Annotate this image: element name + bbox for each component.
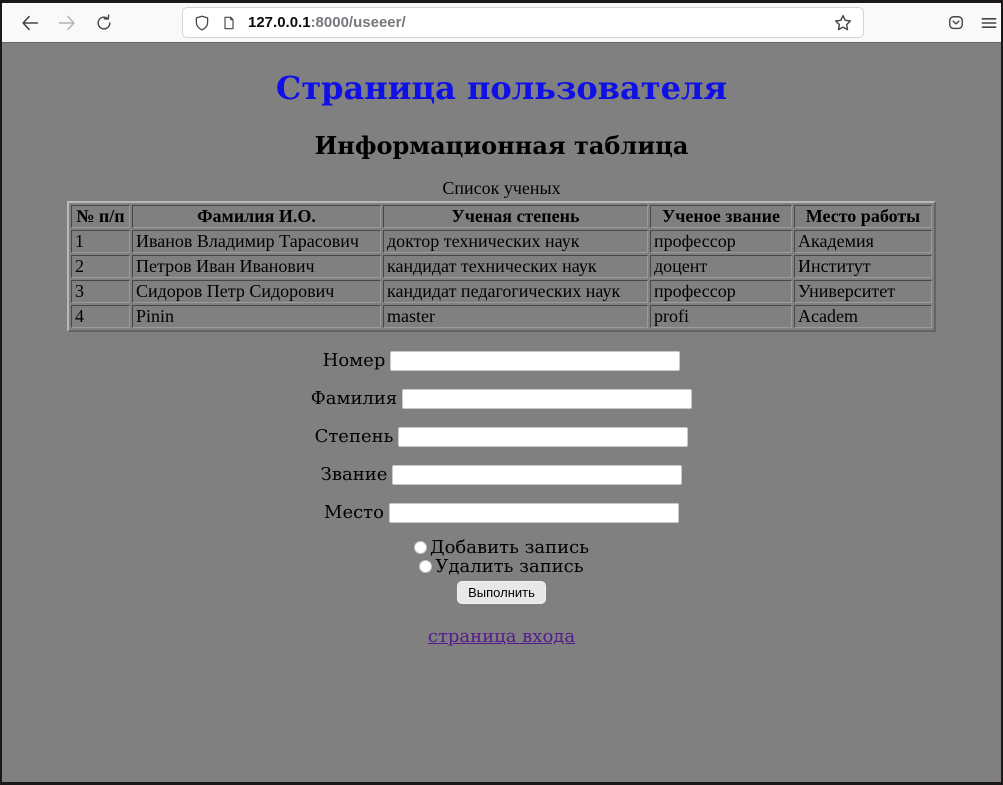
url-path: :8000/useeer/ xyxy=(311,14,406,31)
login-page-link[interactable]: страница входа xyxy=(428,626,575,647)
page-subtitle: Информационная таблица xyxy=(2,131,1001,160)
table-cell: 4 xyxy=(71,305,130,328)
page-title: Страница пользователя xyxy=(2,69,1001,107)
table-row: 4PininmasterprofiAcadem xyxy=(71,305,932,328)
back-button[interactable] xyxy=(18,11,42,35)
pocket-icon[interactable] xyxy=(944,11,968,35)
browser-window: 127.0.0.1:8000/useeer/ Страница пользова… xyxy=(0,0,1003,785)
table-cell: Academ xyxy=(794,305,932,328)
column-header: № п/п xyxy=(71,205,130,228)
table-cell: профессор xyxy=(650,230,792,253)
rank-label: Звание xyxy=(321,464,388,485)
table-cell: 2 xyxy=(71,255,130,278)
column-header: Ученое звание xyxy=(650,205,792,228)
table-cell: доктор технических наук xyxy=(383,230,648,253)
scientists-table: № п/пФамилия И.О.Ученая степеньУченое зв… xyxy=(67,201,936,332)
add-record-radio[interactable] xyxy=(414,541,427,554)
surname-field[interactable] xyxy=(402,389,692,409)
form-row: Степень xyxy=(2,424,1001,449)
table-cell: 1 xyxy=(71,230,130,253)
place-field[interactable] xyxy=(389,503,679,523)
radio-group: Добавить записьУдалить запись xyxy=(2,538,1001,576)
degree-label: Степень xyxy=(315,426,394,447)
reload-button[interactable] xyxy=(92,11,116,35)
table-cell: 3 xyxy=(71,280,130,303)
table-cell: кандидат педагогических наук xyxy=(383,280,648,303)
table-cell: Петров Иван Иванович xyxy=(132,255,381,278)
page-info-icon[interactable] xyxy=(221,15,237,31)
url-text: 127.0.0.1:8000/useeer/ xyxy=(248,14,833,31)
form-row: Звание xyxy=(2,462,1001,487)
table-cell: Академия xyxy=(794,230,932,253)
table-cell: Иванов Владимир Тарасович xyxy=(132,230,381,253)
url-bar[interactable]: 127.0.0.1:8000/useeer/ xyxy=(182,7,864,38)
toolbar-right-group xyxy=(944,11,1001,35)
reload-icon xyxy=(94,13,114,33)
record-form: Номер Фамилия Степень Звание Место Добавить … xyxy=(2,348,1001,604)
number-field[interactable] xyxy=(390,351,680,371)
table-caption: Список ученых xyxy=(2,178,1001,199)
column-header: Ученая степень xyxy=(383,205,648,228)
back-arrow-icon xyxy=(19,12,41,34)
delete-record-row: Удалить запись xyxy=(2,557,1001,576)
table-cell: профессор xyxy=(650,280,792,303)
table-cell: кандидат технических наук xyxy=(383,255,648,278)
add-record-label: Добавить запись xyxy=(430,537,589,558)
table-body: 1Иванов Владимир Тарасовичдоктор техниче… xyxy=(71,230,932,328)
shield-icon[interactable] xyxy=(193,14,211,32)
forward-button[interactable] xyxy=(55,11,79,35)
surname-label: Фамилия xyxy=(311,388,397,409)
table-cell: Сидоров Петр Сидорович xyxy=(132,280,381,303)
bookmark-star-icon[interactable] xyxy=(833,13,853,33)
form-row: Фамилия xyxy=(2,386,1001,411)
add-record-row: Добавить запись xyxy=(2,538,1001,557)
table-cell: master xyxy=(383,305,648,328)
delete-record-radio[interactable] xyxy=(419,560,432,573)
table-header-row: № п/пФамилия И.О.Ученая степеньУченое зв… xyxy=(71,205,932,228)
execute-button[interactable]: Выполнить xyxy=(457,581,546,604)
table-row: 1Иванов Владимир Тарасовичдоктор техниче… xyxy=(71,230,932,253)
form-row: Номер xyxy=(2,348,1001,373)
delete-record-label: Удалить запись xyxy=(435,556,583,577)
table-cell: доцент xyxy=(650,255,792,278)
table-cell: profi xyxy=(650,305,792,328)
table-cell: Pinin xyxy=(132,305,381,328)
table-cell: Университет xyxy=(794,280,932,303)
number-label: Номер xyxy=(323,350,386,371)
browser-toolbar: 127.0.0.1:8000/useeer/ xyxy=(2,3,1001,43)
form-row: Место xyxy=(2,500,1001,525)
degree-field[interactable] xyxy=(398,427,688,447)
page-content: Страница пользователя Информационная таб… xyxy=(2,43,1001,782)
form-fields: Номер Фамилия Степень Звание Место xyxy=(2,348,1001,525)
hamburger-icon xyxy=(979,13,999,33)
table-row: 3Сидоров Петр Сидоровичкандидат педагоги… xyxy=(71,280,932,303)
table-row: 2Петров Иван Ивановичкандидат технически… xyxy=(71,255,932,278)
url-domain: 127.0.0.1 xyxy=(248,14,311,31)
column-header: Фамилия И.О. xyxy=(132,205,381,228)
forward-arrow-icon xyxy=(56,12,78,34)
table-cell: Институт xyxy=(794,255,932,278)
column-header: Место работы xyxy=(794,205,932,228)
place-label: Место xyxy=(324,502,384,523)
rank-field[interactable] xyxy=(392,465,682,485)
menu-button[interactable] xyxy=(977,11,1001,35)
